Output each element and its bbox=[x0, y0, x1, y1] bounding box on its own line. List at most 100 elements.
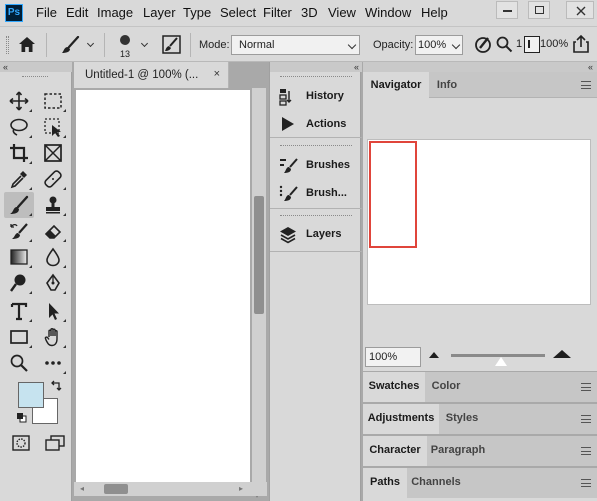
brush-tool[interactable] bbox=[4, 192, 34, 218]
toolbox-grip[interactable] bbox=[22, 76, 48, 79]
menu-3d[interactable]: 3D bbox=[301, 5, 318, 20]
eraser-tool[interactable] bbox=[38, 218, 68, 244]
hand-tool[interactable] bbox=[38, 324, 68, 350]
zoom-search-icon[interactable] bbox=[496, 36, 513, 53]
document-canvas[interactable] bbox=[76, 90, 250, 482]
scroll-right-icon[interactable]: ▸ bbox=[239, 484, 243, 493]
navigator-view-box[interactable] bbox=[369, 141, 417, 248]
tab-character[interactable]: Character bbox=[363, 436, 427, 466]
toolbox: « bbox=[0, 62, 72, 501]
eyedropper-tool[interactable] bbox=[4, 166, 34, 192]
marquee-tool[interactable] bbox=[38, 88, 68, 114]
menu-type[interactable]: Type bbox=[183, 5, 211, 20]
menu-view[interactable]: View bbox=[328, 5, 356, 20]
mode-label: Mode: bbox=[199, 39, 230, 51]
horizontal-scroll-thumb[interactable] bbox=[104, 484, 128, 494]
vertical-scrollbar[interactable]: ▾ bbox=[252, 88, 266, 500]
minimize-button[interactable] bbox=[496, 1, 518, 19]
dock-item-actions[interactable]: Actions bbox=[270, 110, 362, 138]
panel-menu-icon[interactable] bbox=[581, 81, 591, 89]
tab-info[interactable]: Info bbox=[429, 72, 465, 98]
dock-item-brush-settings[interactable]: Brush... bbox=[270, 179, 362, 207]
tab-paragraph[interactable]: Paragraph bbox=[427, 436, 489, 466]
navigator-preview[interactable] bbox=[367, 139, 591, 305]
brush-settings-toggle-icon[interactable] bbox=[162, 35, 181, 54]
object-select-icon bbox=[44, 118, 61, 137]
swap-colors-icon[interactable] bbox=[50, 380, 62, 392]
brush-tip-icon[interactable] bbox=[118, 33, 132, 47]
pen-tool[interactable] bbox=[38, 270, 68, 296]
flow-value[interactable]: 100% bbox=[540, 38, 568, 50]
dock-item-brushes[interactable]: Brushes bbox=[270, 151, 362, 179]
rectangle-tool[interactable] bbox=[4, 324, 34, 350]
layers-icon bbox=[280, 227, 296, 244]
tab-adjustments[interactable]: Adjustments bbox=[363, 404, 439, 434]
horizontal-scrollbar[interactable]: ◂ ▸ bbox=[74, 482, 267, 496]
menu-window[interactable]: Window bbox=[365, 5, 411, 20]
dodge-tool[interactable] bbox=[4, 270, 34, 296]
menu-edit[interactable]: Edit bbox=[66, 5, 88, 20]
healing-brush-tool[interactable] bbox=[38, 166, 68, 192]
panel-menu-icon[interactable] bbox=[581, 383, 591, 391]
options-grip[interactable] bbox=[6, 36, 9, 54]
menu-filter[interactable]: Filter bbox=[263, 5, 292, 20]
move-tool[interactable] bbox=[4, 88, 34, 114]
brush-preset-icon[interactable] bbox=[60, 36, 82, 54]
lasso-tool[interactable] bbox=[4, 114, 34, 140]
zoom-in-icon[interactable] bbox=[553, 350, 571, 358]
object-select-tool[interactable] bbox=[38, 114, 68, 140]
tab-navigator[interactable]: Navigator bbox=[363, 72, 429, 98]
menu-select[interactable]: Select bbox=[220, 5, 256, 20]
close-window-button[interactable] bbox=[566, 1, 594, 19]
zoom-tool[interactable] bbox=[4, 350, 34, 376]
tab-paths[interactable]: Paths bbox=[363, 468, 407, 498]
gradient-tool[interactable] bbox=[4, 244, 34, 270]
dock-item-history[interactable]: History bbox=[270, 82, 362, 110]
blur-tool[interactable] bbox=[38, 244, 68, 270]
dock-item-layers[interactable]: Layers bbox=[270, 220, 362, 248]
history-brush-tool[interactable] bbox=[4, 218, 34, 244]
navigator-zoom-slider-thumb[interactable] bbox=[495, 357, 507, 366]
quick-mask-icon[interactable] bbox=[12, 435, 30, 451]
navigator-zoom-input[interactable]: 100% bbox=[365, 347, 421, 367]
type-tool[interactable] bbox=[4, 298, 34, 324]
menu-help[interactable]: Help bbox=[421, 5, 448, 20]
blend-mode-select[interactable]: Normal bbox=[231, 35, 360, 55]
panels-collapse[interactable]: « bbox=[363, 62, 597, 72]
scroll-left-icon[interactable]: ◂ bbox=[80, 484, 84, 493]
rectangle-marquee-icon bbox=[44, 93, 62, 109]
tab-swatches[interactable]: Swatches bbox=[363, 372, 425, 402]
more-tools[interactable] bbox=[38, 350, 68, 376]
frame-tool[interactable] bbox=[38, 140, 68, 166]
pressure-opacity-icon[interactable] bbox=[474, 36, 492, 54]
menu-image[interactable]: Image bbox=[97, 5, 133, 20]
toolbox-collapse[interactable]: « bbox=[0, 62, 72, 72]
chevron-down-icon[interactable] bbox=[140, 39, 149, 48]
swatches-panel: Swatches Color bbox=[363, 372, 597, 402]
menu-layer[interactable]: Layer bbox=[143, 5, 176, 20]
panel-menu-icon[interactable] bbox=[581, 447, 591, 455]
menu-file[interactable]: File bbox=[36, 5, 57, 20]
close-document-icon[interactable]: × bbox=[214, 68, 220, 80]
zoom-out-icon[interactable] bbox=[429, 352, 439, 358]
document-tab[interactable]: Untitled-1 @ 100% (... × bbox=[74, 62, 229, 88]
opacity-input[interactable]: 100% bbox=[415, 35, 463, 55]
foreground-color-swatch[interactable] bbox=[18, 382, 44, 408]
tab-channels[interactable]: Channels bbox=[407, 468, 465, 498]
path-select-tool[interactable] bbox=[38, 298, 68, 324]
crop-tool[interactable] bbox=[4, 140, 34, 166]
chevron-down-icon[interactable] bbox=[86, 39, 95, 48]
screen-mode-icon[interactable] bbox=[45, 435, 65, 451]
panel-menu-icon[interactable] bbox=[581, 479, 591, 487]
vertical-scroll-thumb[interactable] bbox=[254, 196, 264, 314]
restore-button[interactable] bbox=[528, 1, 550, 19]
panel-menu-icon[interactable] bbox=[581, 415, 591, 423]
stamp-tool[interactable] bbox=[38, 192, 68, 218]
share-icon[interactable] bbox=[572, 34, 590, 54]
tab-styles[interactable]: Styles bbox=[439, 404, 485, 434]
flow-icon[interactable] bbox=[524, 36, 540, 53]
default-colors-icon[interactable] bbox=[16, 412, 27, 423]
dock-collapse[interactable]: « bbox=[270, 62, 362, 72]
tab-color[interactable]: Color bbox=[425, 372, 467, 402]
home-icon[interactable] bbox=[18, 36, 36, 53]
